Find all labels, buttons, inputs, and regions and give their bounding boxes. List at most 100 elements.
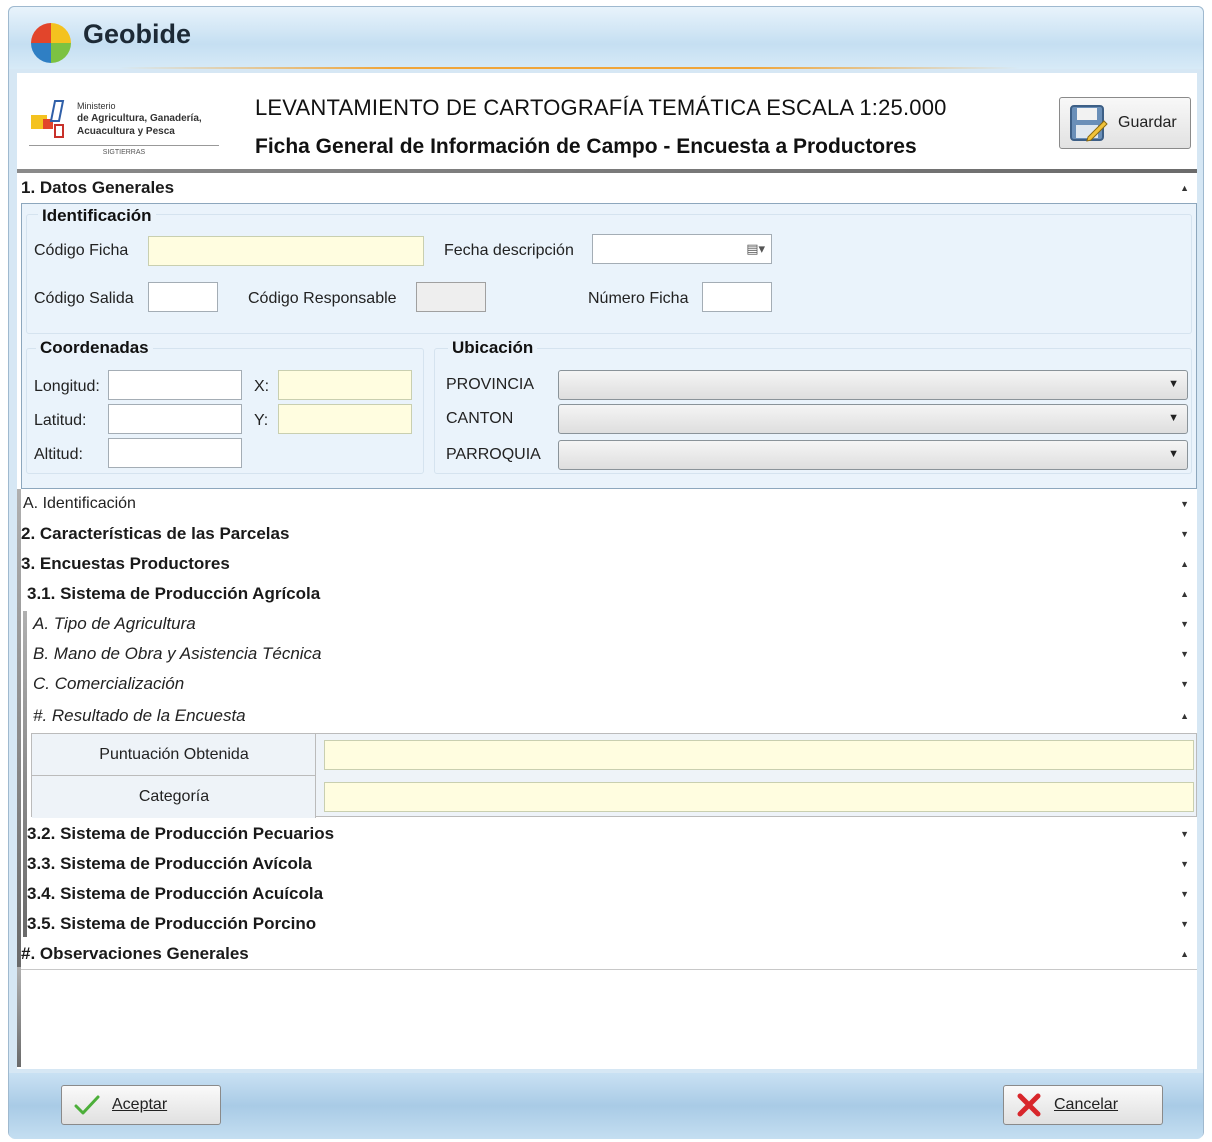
section-sistema-agricola[interactable]: 3.1. Sistema de Producción Agrícola ▲ [17,579,1197,609]
section-label: #. Resultado de la Encuesta [33,706,246,725]
section-observaciones[interactable]: #. Observaciones Generales ▲ [17,939,1197,969]
app-window: Geobide Ministerio de Agricultura, Ganad… [8,6,1204,1139]
canton-label: CANTON [446,410,514,427]
latitud-input[interactable] [108,404,242,434]
longitud-input[interactable] [108,370,242,400]
collapse-up-icon[interactable]: ▲ [1180,949,1189,959]
coordenadas-title: Coordenadas [36,338,153,358]
section-label: 2. Características de las Parcelas [21,524,290,543]
accept-button-label: Aceptar [112,1096,168,1113]
collapse-up-icon[interactable]: ▲ [1180,183,1189,193]
expand-down-icon[interactable]: ▼ [1180,649,1189,659]
expand-down-icon[interactable]: ▼ [1180,499,1189,509]
collapse-up-icon[interactable]: ▲ [1180,559,1189,569]
section-datos-generales[interactable]: 1. Datos Generales ▲ [17,173,1197,203]
section-label: C. Comercialización [33,674,185,693]
y-label: Y: [254,412,269,429]
expand-down-icon[interactable]: ▼ [1180,859,1189,869]
cancel-button-label: Cancelar [1054,1096,1119,1113]
ministry-line1: Ministerio [77,101,116,111]
dropdown-arrow-icon[interactable]: ▼ [1168,378,1179,390]
identificacion-group [26,214,1192,334]
altitud-label: Altitud: [34,446,83,463]
x-label: X: [254,378,270,395]
ministry-mark-icon [31,100,65,138]
section-label: A. Tipo de Agricultura [33,614,196,633]
save-button-label: Guardar [1118,114,1177,131]
section-label: 1. Datos Generales [21,178,175,197]
dropdown-arrow-icon[interactable]: ▼ [1168,448,1179,460]
altitud-input[interactable] [108,438,242,468]
section-caracteristicas-parcelas[interactable]: 2. Características de las Parcelas ▼ [17,519,1197,549]
save-disk-icon [1070,105,1108,142]
accept-button[interactable]: Aceptar [61,1085,221,1125]
title-bar: Geobide [9,7,1203,69]
collapse-up-icon[interactable]: ▲ [1180,711,1189,721]
calendar-dropdown-icon[interactable]: ▤▾ [746,241,765,257]
codigo-salida-input[interactable] [148,282,218,312]
provincia-label: PROVINCIA [446,376,535,393]
codigo-salida-label: Código Salida [34,290,134,307]
fecha-descripcion-label: Fecha descripción [444,242,574,259]
parroquia-select[interactable]: ▼ [558,440,1188,470]
form-content: Ministerio de Agricultura, Ganadería, Ac… [17,73,1197,1069]
section-label: 3.1. Sistema de Producción Agrícola [27,584,321,603]
section-label: 3.3. Sistema de Producción Avícola [27,854,313,873]
canton-select[interactable]: ▼ [558,404,1188,434]
close-x-icon [1017,1093,1041,1117]
section-identificacion-a[interactable]: A. Identificación ▼ [17,489,1197,519]
codigo-responsable-label: Código Responsable [248,290,397,307]
section-sistema-acuicola[interactable]: 3.4. Sistema de Producción Acuícola ▼ [17,879,1197,909]
dropdown-arrow-icon[interactable]: ▼ [1168,412,1179,424]
save-button[interactable]: Guardar [1059,97,1191,149]
parroquia-label: PARROQUIA [446,446,541,463]
categoria-input[interactable] [324,782,1194,812]
collapse-up-icon[interactable]: ▲ [1180,589,1189,599]
section-sistema-pecuarios[interactable]: 3.2. Sistema de Producción Pecuarios ▼ [17,819,1197,849]
expand-down-icon[interactable]: ▼ [1180,889,1189,899]
provincia-select[interactable]: ▼ [558,370,1188,400]
section-sistema-avicola[interactable]: 3.3. Sistema de Producción Avícola ▼ [17,849,1197,879]
ministry-line3: Acuacultura y Pesca [77,126,175,137]
expand-down-icon[interactable]: ▼ [1180,679,1189,689]
y-input[interactable] [278,404,412,434]
codigo-responsable-input[interactable] [416,282,486,312]
section-label: 3.5. Sistema de Producción Porcino [27,914,317,933]
section-mano-obra[interactable]: B. Mano de Obra y Asistencia Técnica ▼ [17,639,1197,669]
section-label: #. Observaciones Generales [21,944,249,963]
app-title: Geobide [83,19,192,49]
x-input[interactable] [278,370,412,400]
codigo-ficha-input[interactable] [148,236,424,266]
resultado-table: Puntuación Obtenida Categoría [31,733,1197,818]
section-tipo-agricultura[interactable]: A. Tipo de Agricultura ▼ [17,609,1197,639]
form-title: LEVANTAMIENTO DE CARTOGRAFÍA TEMÁTICA ES… [255,95,947,120]
section-encuestas-productores[interactable]: 3. Encuestas Productores ▲ [17,549,1197,579]
title-accent-line [119,67,1019,69]
section-comercializacion[interactable]: C. Comercialización ▼ [17,669,1197,699]
expand-down-icon[interactable]: ▼ [1180,829,1189,839]
datos-generales-panel: Identificación Código Ficha Fecha descri… [21,203,1197,489]
section-sistema-porcino[interactable]: 3.5. Sistema de Producción Porcino ▼ [17,909,1197,939]
ubicacion-title: Ubicación [448,338,538,358]
form-header: Ministerio de Agricultura, Ganadería, Ac… [17,73,1197,173]
numero-ficha-label: Número Ficha [588,290,689,307]
puntuacion-input[interactable] [324,740,1194,770]
categoria-label: Categoría [138,788,210,805]
puntuacion-cell: Puntuación Obtenida [32,734,316,776]
geobide-logo-icon [31,23,71,63]
fecha-descripcion-picker[interactable]: ▤▾ [592,234,772,264]
ministry-line2: de Agricultura, Ganadería, [77,113,202,124]
ministry-sub: SIGTIERRAS [29,145,219,156]
identificacion-title: Identificación [38,206,156,226]
expand-down-icon[interactable]: ▼ [1180,529,1189,539]
checkmark-icon [74,1095,100,1115]
latitud-label: Latitud: [34,412,87,429]
numero-ficha-input[interactable] [702,282,772,312]
expand-down-icon[interactable]: ▼ [1180,619,1189,629]
expand-down-icon[interactable]: ▼ [1180,919,1189,929]
cancel-button[interactable]: Cancelar [1003,1085,1163,1125]
observaciones-textarea[interactable] [21,969,1197,1067]
longitud-label: Longitud: [34,378,100,395]
section-label: A. Identificación [23,495,136,512]
section-resultado-encuesta[interactable]: #. Resultado de la Encuesta ▲ [17,701,1197,731]
